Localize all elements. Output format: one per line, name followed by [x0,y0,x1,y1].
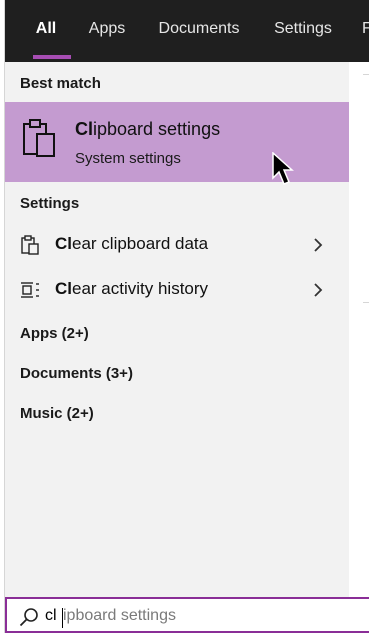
result-label: Clear activity history [55,279,209,298]
best-match-subtitle: System settings [75,150,181,167]
clipboard-icon [23,119,55,157]
chevron-right-icon[interactable] [313,237,323,253]
clipboard-clear-icon [21,235,39,255]
result-clear-clipboard-data[interactable]: Clear clipboard data [5,223,349,267]
category-music[interactable]: Music (2+) [20,405,94,422]
chevron-right-icon[interactable] [313,282,323,298]
mouse-pointer-icon [272,152,294,185]
best-match-result[interactable]: Clipboard settings System settings [5,102,349,182]
tab-more[interactable]: F [362,0,369,62]
search-suggestion: ipboard settings [63,607,176,624]
activity-history-icon [21,282,39,298]
tab-all[interactable]: All [27,0,65,62]
search-input[interactable]: cl [45,607,57,625]
category-documents[interactable]: Documents (3+) [20,365,133,382]
category-apps[interactable]: Apps (2+) [20,325,89,342]
result-clear-activity-history[interactable]: Clear activity history [5,268,349,312]
results-panel: Best match Clipboard settings System set… [5,62,349,597]
best-match-heading: Best match [20,75,101,92]
tab-documents[interactable]: Documents [155,0,243,62]
divider [363,74,369,75]
search-box[interactable]: cl ipboard settings [5,597,369,633]
divider [363,302,369,303]
settings-heading: Settings [20,195,80,212]
search-tab-bar: All Apps Documents Settings F [5,0,369,62]
best-match-title: Clipboard settings [75,119,221,139]
search-icon [19,608,38,627]
tab-settings[interactable]: Settings [271,0,335,62]
result-label: Clear clipboard data [55,234,209,253]
tab-apps[interactable]: Apps [84,0,130,62]
preview-pane [349,62,369,597]
active-tab-indicator [33,55,71,59]
